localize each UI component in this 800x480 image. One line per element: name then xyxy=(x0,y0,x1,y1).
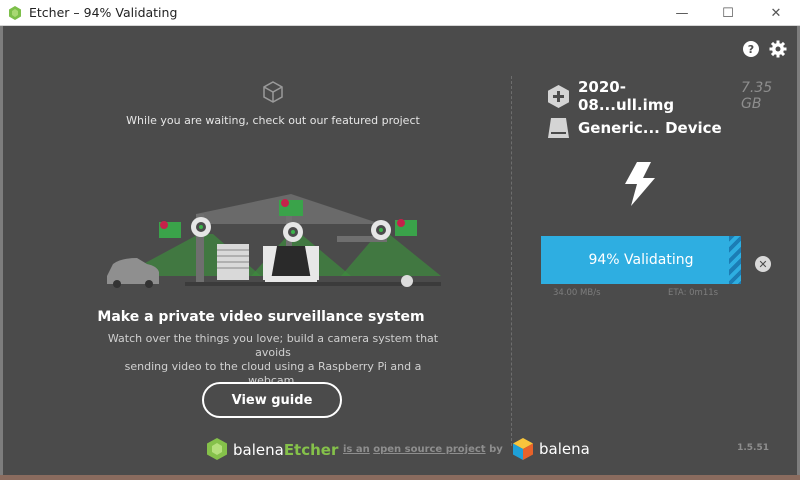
balena-etcher-logo[interactable]: balenaEtcher xyxy=(207,438,338,460)
drive-icon xyxy=(548,118,569,138)
cube-icon xyxy=(263,81,283,103)
window-titlebar: Etcher – 94% Validating — ☐ ✕ xyxy=(0,0,800,26)
progress-label: 94% Validating xyxy=(588,252,694,268)
project-description: Watch over the things you love; build a … xyxy=(101,332,445,388)
project-title: Make a private video surveillance system xyxy=(97,309,425,325)
cancel-icon[interactable]: ✕ xyxy=(755,256,771,272)
settings-icon[interactable] xyxy=(769,40,787,58)
footer-open-source-text: is an open source project by xyxy=(343,444,503,455)
image-size: 7.35 GB xyxy=(740,80,773,112)
svg-text:?: ? xyxy=(748,43,754,56)
open-source-link[interactable]: open source project xyxy=(373,444,485,455)
image-name[interactable]: 2020-08...ull.img xyxy=(578,78,722,114)
footer-by: by xyxy=(489,444,503,455)
help-icon[interactable]: ? xyxy=(742,40,760,58)
drive-name[interactable]: Generic... Device xyxy=(578,119,722,137)
featured-project-panel: While you are waiting, check out our fea… xyxy=(3,26,513,475)
balena-logo[interactable]: balena xyxy=(513,438,590,460)
balena-logo-text: balena xyxy=(539,440,590,458)
flash-eta: ETA: 0m11s xyxy=(668,288,719,298)
background-strip-bottom xyxy=(0,475,800,480)
lightning-icon xyxy=(625,162,655,206)
maximize-button[interactable]: ☐ xyxy=(706,0,750,26)
etcher-main: ? While you are waiting, check out our f… xyxy=(3,26,797,475)
minimize-button[interactable]: — xyxy=(660,0,704,26)
footer-is-an: is an xyxy=(343,444,370,455)
logo-text-etcher: Etcher xyxy=(283,440,339,459)
project-description-line-1: Watch over the things you love; build a … xyxy=(107,332,439,359)
footer: balenaEtcher is an open source project b… xyxy=(3,436,797,462)
panel-divider xyxy=(511,76,512,446)
app-version: 1.5.51 xyxy=(737,443,769,453)
window-title: Etcher – 94% Validating xyxy=(29,5,178,20)
flash-speed: 34.00 MB/s xyxy=(553,288,601,298)
balena-logo-icon xyxy=(513,438,533,460)
progress-stripes xyxy=(729,236,741,284)
drive-step: Generic... Device xyxy=(548,118,722,138)
close-button[interactable]: ✕ xyxy=(754,0,798,26)
header-icons: ? xyxy=(742,40,787,58)
plus-icon xyxy=(548,84,569,108)
logo-text-balena: balena xyxy=(233,440,284,459)
waiting-text: While you are waiting, check out our fea… xyxy=(126,114,420,127)
flash-progress-bar: 94% Validating xyxy=(541,236,741,284)
surveillance-illustration xyxy=(107,194,441,288)
view-guide-button[interactable]: View guide xyxy=(202,382,342,418)
image-step: 2020-08...ull.img 7.35 GB xyxy=(548,78,797,114)
etcher-logo-icon xyxy=(207,438,227,460)
etcher-app-icon xyxy=(9,5,21,20)
